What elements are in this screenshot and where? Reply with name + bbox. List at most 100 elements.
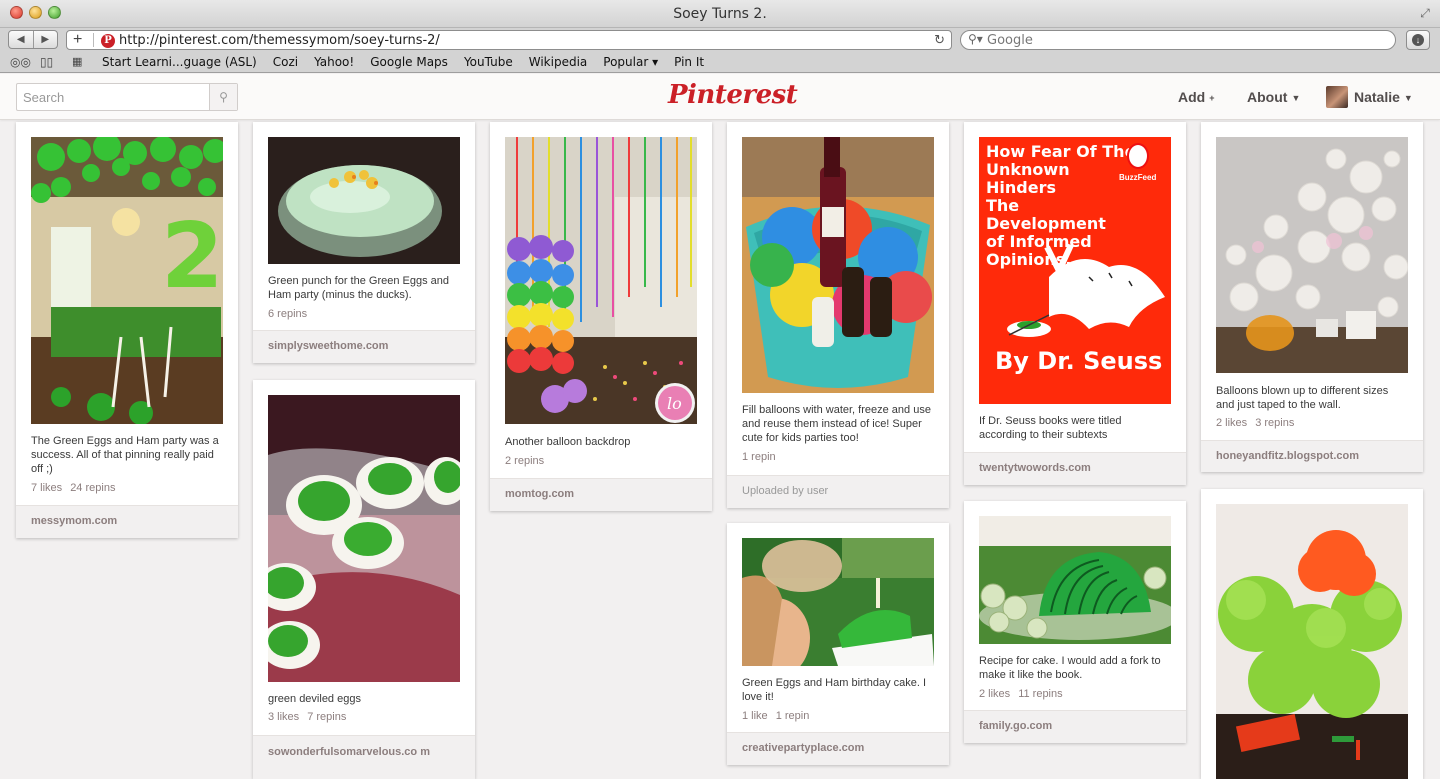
pin-stats: 2 repins (505, 455, 544, 467)
reading-list-icon[interactable]: ◎◎ (10, 55, 31, 69)
pin-source[interactable]: twentytwowords.com (964, 452, 1186, 485)
add-menu[interactable]: Add + (1178, 89, 1214, 105)
fullscreen-icon[interactable]: ⤢ (1418, 6, 1432, 20)
forward-button[interactable]: ▶ (32, 31, 58, 48)
pin-source[interactable]: sowonderfulsomarvelous.co m (253, 735, 475, 779)
repins-count[interactable]: 1 repin (742, 451, 776, 463)
repins-count[interactable]: 2 repins (505, 455, 544, 467)
url-text[interactable]: http://pinterest.com/themessymom/soey-tu… (119, 33, 440, 48)
bookmark-item[interactable]: Pin It (674, 55, 704, 69)
bookmark-item[interactable]: Popular ▾ (603, 55, 658, 69)
pin-stats: 7 likes 24 repins (31, 482, 115, 494)
about-menu[interactable]: About ▼ (1247, 89, 1300, 105)
reload-icon[interactable]: ↻ (934, 32, 945, 48)
pin-image[interactable] (268, 137, 460, 264)
add-bookmark-icon[interactable]: + (73, 31, 82, 49)
history-nav: ◀ ▶ (8, 30, 58, 49)
chevron-down-icon: ▼ (1291, 93, 1301, 103)
pin-source[interactable]: momtog.com (490, 478, 712, 511)
svg-text:lo: lo (667, 394, 682, 413)
search-icon[interactable]: ⚲ (209, 84, 237, 110)
pin-card[interactable]: Recipe for cake. I would add a fork to m… (964, 501, 1186, 743)
pin-source[interactable]: messymom.com (16, 505, 238, 538)
bookmark-item[interactable]: Start Learni...guage (ASL) (102, 55, 257, 69)
back-button[interactable]: ◀ (9, 31, 33, 48)
window-titlebar: Soey Turns 2. ⤢ (0, 0, 1440, 28)
repins-count[interactable]: 24 repins (70, 482, 115, 494)
pin-source[interactable]: simplysweethome.com (253, 330, 475, 363)
bookmark-item[interactable]: Cozi (273, 55, 298, 69)
pin-stats: 3 likes 7 repins (268, 711, 346, 723)
window-title: Soey Turns 2. (673, 6, 767, 22)
bookmark-item[interactable]: YouTube (464, 55, 513, 69)
book-title-line: How Fear Of The (986, 142, 1136, 161)
pinterest-logo[interactable]: Pinterest (668, 80, 798, 110)
pin-card[interactable]: Green punch for the Green Eggs and Ham p… (253, 122, 475, 363)
buzzfeed-label: BuzzFeed (1119, 173, 1157, 182)
top-sites-grid-icon[interactable]: ▦ (72, 55, 82, 68)
pin-card[interactable]: Green Eggs and Ham birthday cake. I love… (727, 523, 949, 765)
pin-image[interactable] (268, 395, 460, 682)
pin-image[interactable]: lo (505, 137, 697, 424)
browser-search-placeholder: Google (987, 33, 1033, 48)
pin-card[interactable]: How Fear Of The Unknown Hinders The Deve… (964, 122, 1186, 485)
repins-count[interactable]: 7 repins (307, 711, 346, 723)
pin-image[interactable] (742, 137, 934, 393)
pin-source[interactable]: family.go.com (964, 710, 1186, 743)
pin-description: Green punch for the Green Eggs and Ham p… (268, 275, 450, 301)
likes-count[interactable]: 2 likes (1216, 417, 1247, 429)
pin-card[interactable]: 2 The Green Eggs and Ham party was a suc… (16, 122, 238, 538)
address-bar[interactable]: + P http://pinterest.com/themessymom/soe… (66, 30, 952, 50)
pin-stats: 2 likes 3 repins (1216, 417, 1294, 429)
likes-count[interactable]: 1 like (742, 710, 768, 722)
repins-count[interactable]: 6 repins (268, 308, 307, 320)
pin-card[interactable]: Balloons blown up to different sizes and… (1201, 122, 1423, 472)
pinterest-header: Search ⚲ Pinterest Add + About ▼ Natalie ▼ (0, 74, 1440, 120)
divider (93, 33, 94, 47)
book-cover-image[interactable]: How Fear Of The Unknown Hinders The Deve… (979, 137, 1171, 404)
user-name: Natalie (1354, 89, 1400, 105)
pin-description: Another balloon backdrop (505, 436, 631, 448)
pin-description: green deviled eggs (268, 693, 361, 705)
bookmarks-bar: ◎◎ ▯▯ ▦ Start Learni...guage (ASL) Cozi … (0, 52, 1440, 73)
pinterest-favicon-icon: P (101, 34, 115, 48)
pin-image[interactable]: 2 (31, 137, 223, 424)
book-title-line: Unknown Hinders (986, 160, 1070, 197)
likes-count[interactable]: 7 likes (31, 482, 62, 494)
pin-stats: 1 repin (742, 451, 776, 463)
pin-card[interactable]: lo Another balloon backdrop 2 repins mom… (490, 122, 712, 511)
bookmarks-book-icon[interactable]: ▯▯ (40, 55, 53, 69)
repins-count[interactable]: 3 repins (1255, 417, 1294, 429)
pin-image[interactable] (742, 538, 934, 666)
browser-toolbar: ◀ ▶ + P http://pinterest.com/themessymom… (0, 28, 1440, 52)
bookmark-item[interactable]: Yahoo! (314, 55, 354, 69)
pin-card[interactable] (1201, 489, 1423, 779)
bookmark-item[interactable]: Wikipedia (529, 55, 588, 69)
pin-source[interactable]: Uploaded by user (727, 475, 949, 508)
bookmark-list: Start Learni...guage (ASL) Cozi Yahoo! G… (102, 55, 720, 69)
pin-stats: 6 repins (268, 308, 307, 320)
pin-image[interactable] (1216, 504, 1408, 779)
book-author: By Dr. Seuss (995, 347, 1163, 375)
bookmark-item[interactable]: Google Maps (370, 55, 448, 69)
grinch-illustration (1007, 243, 1165, 337)
pin-image[interactable] (1216, 137, 1408, 373)
pin-source[interactable]: honeyandfitz.blogspot.com (1201, 440, 1423, 472)
likes-count[interactable]: 3 likes (268, 711, 299, 723)
pin-image[interactable] (979, 516, 1171, 644)
repins-count[interactable]: 1 repin (776, 710, 810, 722)
pin-description: If Dr. Seuss books were titled according… (979, 415, 1122, 441)
browser-search-field[interactable]: ⚲▾ Google (960, 30, 1396, 50)
user-menu[interactable]: Natalie ▼ (1354, 89, 1413, 105)
avatar[interactable] (1326, 86, 1348, 108)
pin-card[interactable]: Fill balloons with water, freeze and use… (727, 122, 949, 508)
download-icon: ↓ (1412, 34, 1424, 46)
pin-search-box[interactable]: Search ⚲ (16, 83, 238, 111)
pin-source[interactable]: creativepartyplace.com (727, 732, 949, 765)
downloads-button[interactable]: ↓ (1406, 30, 1430, 50)
book-title-line: The Development (986, 196, 1106, 233)
repins-count[interactable]: 11 repins (1018, 688, 1062, 700)
pin-search-input[interactable]: Search (23, 90, 64, 105)
pin-card[interactable]: green deviled eggs 3 likes 7 repins sowon… (253, 380, 475, 779)
likes-count[interactable]: 2 likes (979, 688, 1010, 700)
